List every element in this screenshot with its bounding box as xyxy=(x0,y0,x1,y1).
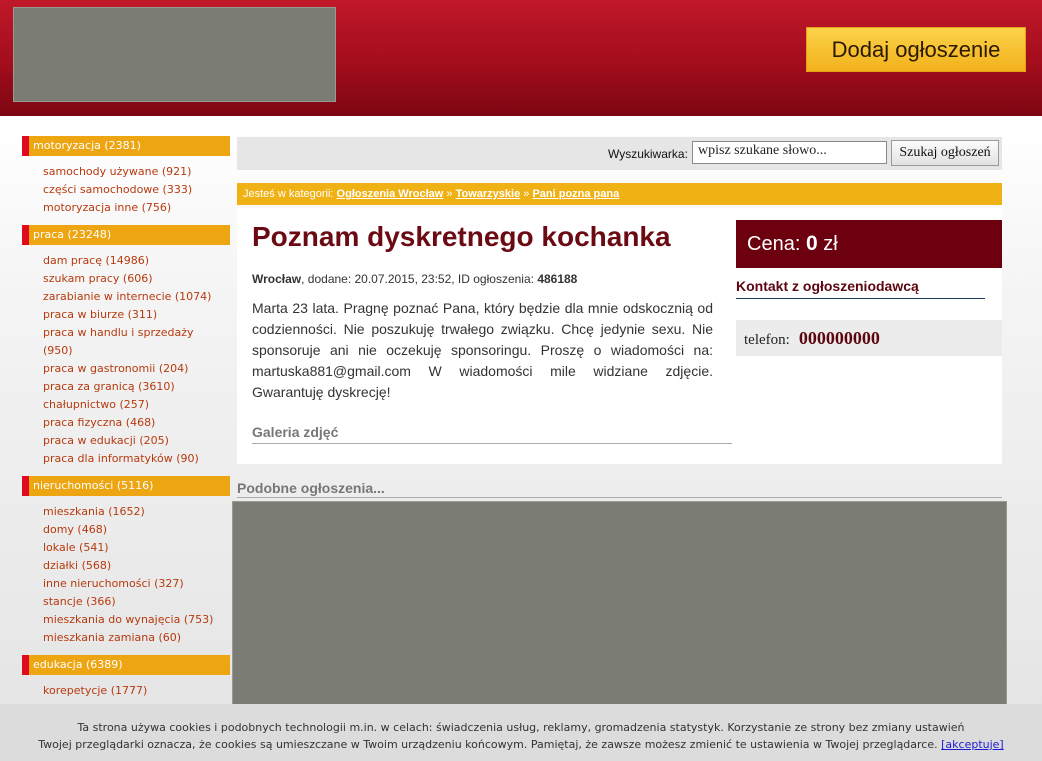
contact-heading: Kontakt z ogłoszeniodawcą xyxy=(736,278,985,299)
subcategory-link[interactable]: motoryzacja inne (756) xyxy=(43,199,223,217)
subcategory-link[interactable]: praca za granicą (3610) xyxy=(43,378,223,396)
search-label: Wyszukiwarka: xyxy=(608,147,688,161)
subcategory-link[interactable]: lokale (541) xyxy=(43,539,223,557)
gallery-heading: Galeria zdjęć xyxy=(252,424,732,444)
category-header[interactable]: motoryzacja (2381) xyxy=(22,136,230,156)
listing-description: Marta 23 lata. Pragnę poznać Pana, który… xyxy=(252,300,713,400)
category-header[interactable]: nieruchomości (5116) xyxy=(22,476,230,496)
category-sidebar: motoryzacja (2381) samochody używane (921… xyxy=(22,136,230,708)
phone-box: telefon: 000000000 xyxy=(736,320,1002,356)
category-header[interactable]: praca (23248) xyxy=(22,225,230,245)
subcategory-link[interactable]: zarabianie w internecie (1074) xyxy=(43,288,223,306)
subcategory-link[interactable]: samochody używane (921) xyxy=(43,163,223,181)
subcategory-link[interactable]: działki (568) xyxy=(43,557,223,575)
search-input[interactable]: wpisz szukane słowo... xyxy=(692,141,887,164)
add-listing-button[interactable]: Dodaj ogłoszenie xyxy=(806,27,1026,72)
listing-meta: Wrocław, dodane: 20.07.2015, 23:52, ID o… xyxy=(252,272,577,286)
phone-label: telefon: xyxy=(744,332,790,348)
price-currency: zł xyxy=(823,233,838,255)
breadcrumb-link-city[interactable]: Ogłoszenia Wrocław xyxy=(337,188,444,200)
breadcrumb-link-subcategory[interactable]: Pani pozna pana xyxy=(532,188,619,200)
category-list: dam pracę (14986) szukam pracy (606) zarab… xyxy=(22,245,230,476)
logo-image-placeholder[interactable] xyxy=(13,7,336,102)
search-bar: Wyszukiwarka: wpisz szukane słowo... Szu… xyxy=(237,137,1002,170)
subcategory-link[interactable]: dam pracę (14986) xyxy=(43,252,223,270)
similar-listings-placeholder[interactable] xyxy=(232,501,1007,715)
breadcrumb-separator: » xyxy=(446,188,453,200)
subcategory-link[interactable]: praca w handlu i sprzedaży (950) xyxy=(43,324,223,360)
category-header[interactable]: edukacja (6389) xyxy=(22,655,230,675)
category-list: mieszkania (1652) domy (468) lokale (541) d… xyxy=(22,496,230,655)
breadcrumb: Jesteś w kategorii: Ogłoszenia Wrocław »… xyxy=(237,183,1002,205)
cookie-text: Twojej przeglądarki oznacza, że cookies … xyxy=(38,738,938,751)
listing-city: Wrocław xyxy=(252,272,302,286)
subcategory-link[interactable]: mieszkania zamiana (60) xyxy=(43,629,223,647)
price-box: Cena: 0 zł xyxy=(736,220,1002,268)
price-value: 0 xyxy=(805,232,818,255)
subcategory-link[interactable]: inne nieruchomości (327) xyxy=(43,575,223,593)
listing-title: Poznam dyskretnego kochanka xyxy=(252,221,671,252)
subcategory-link[interactable]: mieszkania (1652) xyxy=(43,503,223,521)
cookie-text-line-2: Twojej przeglądarki oznacza, że cookies … xyxy=(0,736,1042,753)
subcategory-link[interactable]: praca dla informatyków (90) xyxy=(43,450,223,468)
price-label: Cena: xyxy=(747,233,801,255)
listing-date-text: , dodane: 20.07.2015, 23:52, ID ogłoszen… xyxy=(301,272,538,286)
subcategory-link[interactable]: stancje (366) xyxy=(43,593,223,611)
breadcrumb-separator: » xyxy=(523,188,530,200)
subcategory-link[interactable]: mieszkania do wynajęcia (753) xyxy=(43,611,223,629)
cookie-banner: Ta strona używa cookies i podobnych tech… xyxy=(0,704,1042,761)
breadcrumb-prefix: Jesteś w kategorii: xyxy=(243,188,334,200)
site-header: Dodaj ogłoszenie xyxy=(0,0,1042,116)
search-button[interactable]: Szukaj ogłoszeń xyxy=(891,140,999,166)
listing-id: 486188 xyxy=(537,272,578,286)
listing-details: Poznam dyskretnego kochanka Wrocław, dod… xyxy=(237,208,1002,464)
cookie-text-line-1: Ta strona używa cookies i podobnych tech… xyxy=(77,721,965,734)
subcategory-link[interactable]: domy (468) xyxy=(43,521,223,539)
subcategory-link[interactable]: szukam pracy (606) xyxy=(43,270,223,288)
similar-listings-heading: Podobne ogłoszenia... xyxy=(237,480,1002,498)
phone-number[interactable]: 000000000 xyxy=(799,328,880,348)
subcategory-link[interactable]: części samochodowe (333) xyxy=(43,181,223,199)
subcategory-link[interactable]: korepetycje (1777) xyxy=(43,682,223,700)
subcategory-link[interactable]: praca w edukacji (205) xyxy=(43,432,223,450)
cookie-accept-link[interactable]: [akceptuje] xyxy=(941,738,1004,751)
subcategory-link[interactable]: praca fizyczna (468) xyxy=(43,414,223,432)
subcategory-link[interactable]: chałupnictwo (257) xyxy=(43,396,223,414)
subcategory-link[interactable]: praca w biurze (311) xyxy=(43,306,223,324)
category-list: samochody używane (921) części samochodow… xyxy=(22,156,230,225)
breadcrumb-link-category[interactable]: Towarzyskie xyxy=(456,188,521,200)
subcategory-link[interactable]: praca w gastronomii (204) xyxy=(43,360,223,378)
